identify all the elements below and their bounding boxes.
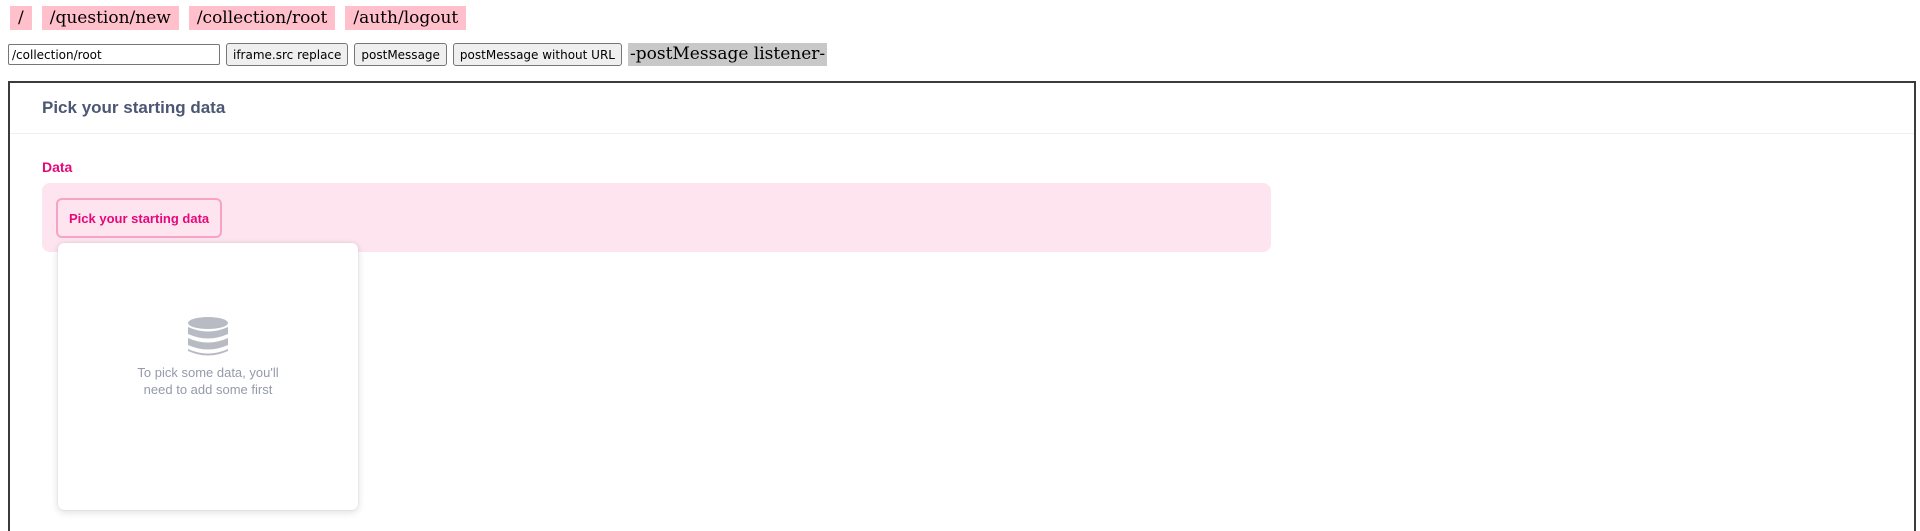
post-message-listener-label: -postMessage listener-: [627, 43, 828, 66]
data-step-panel: Pick your starting data: [42, 183, 1271, 252]
controls-row: iframe.src replace postMessage postMessa…: [8, 43, 828, 66]
pick-starting-data-button[interactable]: Pick your starting data: [56, 198, 223, 238]
url-input[interactable]: [8, 44, 220, 65]
database-icon: [188, 316, 228, 355]
nav-link-question-new[interactable]: /question/new: [41, 6, 179, 30]
embedded-frame: Pick your starting data Data Pick your s…: [8, 81, 1916, 531]
iframe-src-replace-button[interactable]: iframe.src replace: [226, 43, 349, 66]
page-title: Pick your starting data: [42, 98, 226, 117]
frame-header: Pick your starting data: [10, 83, 1914, 134]
data-picker-popover: To pick some data, you'll need to add so…: [58, 243, 358, 510]
empty-data-message: To pick some data, you'll need to add so…: [137, 364, 279, 397]
nav-link-root[interactable]: /: [10, 6, 32, 30]
post-message-button[interactable]: postMessage: [354, 43, 447, 66]
nav-links: / /question/new /collection/root /auth/l…: [10, 6, 467, 30]
nav-link-collection-root[interactable]: /collection/root: [188, 6, 336, 30]
data-section-label: Data: [42, 159, 73, 175]
post-message-without-url-button[interactable]: postMessage without URL: [452, 43, 622, 66]
nav-link-auth-logout[interactable]: /auth/logout: [345, 6, 467, 30]
